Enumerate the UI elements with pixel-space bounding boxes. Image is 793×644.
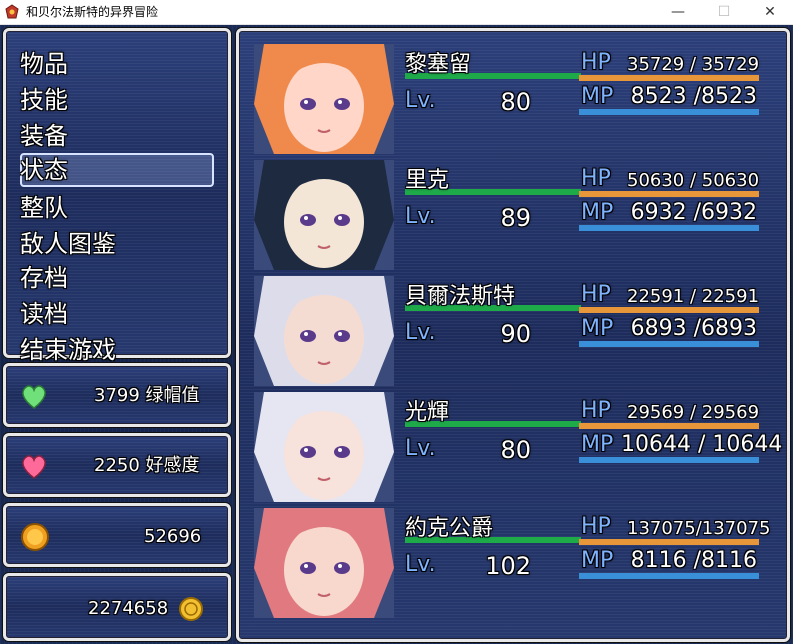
- character-portrait: [254, 392, 394, 502]
- mp-label: MP: [581, 84, 614, 109]
- menu-item-load[interactable]: 读档: [20, 299, 68, 331]
- menu-item-save[interactable]: 存档: [20, 263, 68, 295]
- mp-label: MP: [581, 432, 614, 457]
- character-name: 光輝: [405, 400, 450, 425]
- party-status-window: 黎塞留 Lv. 80 HP 35729 / 35729 MP 8523 /8523 里克 Lv…: [236, 28, 790, 642]
- menu-item-formation[interactable]: 整队: [20, 193, 68, 225]
- app-icon: [5, 4, 19, 19]
- window-title: 和贝尔法斯特的异界冒险: [26, 5, 159, 19]
- level-label: Lv.: [405, 436, 436, 461]
- mp-label: MP: [581, 316, 614, 341]
- hp-label: HP: [581, 166, 611, 191]
- level-label: Lv.: [405, 552, 436, 577]
- mp-gauge: [579, 109, 759, 115]
- gold-medal-icon: [179, 597, 203, 621]
- level-label: Lv.: [405, 204, 436, 229]
- party-member-row[interactable]: 里克 Lv. 89 HP 50630 / 50630 MP 6932 /6932: [239, 160, 787, 270]
- party-member-row[interactable]: 貝爾法斯特 Lv. 90 HP 22591 / 22591 MP 6893 /6893: [239, 276, 787, 386]
- mp-value: 6932 /6932: [630, 200, 757, 225]
- medal-value: 2274658: [88, 598, 169, 619]
- gold-value: 52696: [144, 526, 202, 547]
- character-name: 里克: [405, 168, 450, 193]
- affection-value: 2250 好感度: [94, 455, 200, 476]
- level-label: Lv.: [405, 320, 436, 345]
- menu-item-bestiary[interactable]: 敌人图鉴: [20, 229, 116, 261]
- pink-heart-icon: [22, 455, 46, 479]
- menu-item-equip[interactable]: 装备: [20, 121, 68, 153]
- game-screen: 物品 技能 装备 状态 整队 敌人图鉴 存档 读档 结束游戏 3799 绿帽值 …: [0, 25, 793, 644]
- party-member-row[interactable]: 約克公爵 Lv. 102 HP 137075/137075 MP 8116 /8116: [239, 508, 787, 618]
- level-value: 80: [500, 436, 531, 464]
- hp-gauge: [579, 539, 759, 545]
- character-portrait: [254, 160, 394, 270]
- green-hat-value-window: 3799 绿帽值: [3, 363, 231, 427]
- green-heart-icon: [22, 385, 46, 409]
- hp-value: 22591 / 22591: [627, 286, 760, 307]
- mp-value: 6893 /6893: [630, 316, 757, 341]
- hp-gauge: [579, 75, 759, 81]
- minimize-button[interactable]: —: [655, 0, 701, 24]
- mp-gauge: [579, 225, 759, 231]
- hp-label: HP: [581, 398, 611, 423]
- mp-gauge: [579, 457, 759, 463]
- party-member-row[interactable]: 光輝 Lv. 80 HP 29569 / 29569 MP 10644 / 10644: [239, 392, 787, 502]
- level-value: 90: [500, 320, 531, 348]
- mp-label: MP: [581, 548, 614, 573]
- hp-gauge: [579, 423, 759, 429]
- mp-gauge: [579, 341, 759, 347]
- mp-gauge: [579, 573, 759, 579]
- mp-label: MP: [581, 200, 614, 225]
- menu-item-items[interactable]: 物品: [20, 49, 68, 81]
- gold-coin-icon: [21, 523, 49, 551]
- menu-item-status[interactable]: 状态: [20, 155, 68, 187]
- mp-value: 8116 /8116: [630, 548, 757, 573]
- hp-label: HP: [581, 50, 611, 75]
- hp-gauge: [579, 307, 759, 313]
- command-menu-window: 物品 技能 装备 状态 整队 敌人图鉴 存档 读档 结束游戏: [3, 28, 231, 364]
- maximize-button[interactable]: ☐: [701, 0, 747, 24]
- mp-value: 8523 /8523: [630, 84, 757, 109]
- hp-value: 137075/137075: [627, 518, 771, 539]
- hp-label: HP: [581, 282, 611, 307]
- mp-value: 10644 / 10644: [621, 432, 783, 457]
- medal-window: 2274658: [3, 573, 231, 641]
- hp-label: HP: [581, 514, 611, 539]
- character-portrait: [254, 276, 394, 386]
- hp-gauge: [579, 191, 759, 197]
- window-titlebar: 和贝尔法斯特的异界冒险 — ☐ ✕: [0, 0, 793, 25]
- level-value: 89: [500, 204, 531, 232]
- hp-value: 35729 / 35729: [627, 54, 760, 75]
- character-name: 貝爾法斯特: [405, 284, 516, 309]
- character-name: 約克公爵: [405, 516, 494, 541]
- level-value: 102: [485, 552, 531, 580]
- affection-window: 2250 好感度: [3, 433, 231, 497]
- hp-value: 29569 / 29569: [627, 402, 760, 423]
- hp-value: 50630 / 50630: [627, 170, 760, 191]
- close-button[interactable]: ✕: [747, 0, 793, 24]
- character-name: 黎塞留: [405, 52, 472, 77]
- level-value: 80: [500, 88, 531, 116]
- party-member-row[interactable]: 黎塞留 Lv. 80 HP 35729 / 35729 MP 8523 /8523: [239, 44, 787, 154]
- character-portrait: [254, 508, 394, 618]
- gold-window: 52696: [3, 503, 231, 567]
- menu-item-skills[interactable]: 技能: [20, 85, 68, 117]
- level-label: Lv.: [405, 88, 436, 113]
- green-hat-value: 3799 绿帽值: [94, 385, 200, 406]
- character-portrait: [254, 44, 394, 154]
